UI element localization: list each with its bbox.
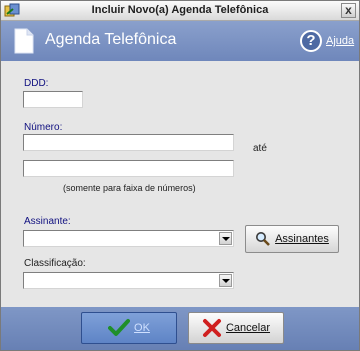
window-title: Incluir Novo(a) Agenda Telefônica xyxy=(91,4,269,16)
help-label[interactable]: Ajuda xyxy=(326,35,354,47)
ddd-label: DDD: xyxy=(24,78,49,89)
help-link[interactable]: ? Ajuda xyxy=(300,29,354,53)
ok-button[interactable]: OK xyxy=(81,312,177,344)
assinante-label: Assinante: xyxy=(24,216,71,227)
numero-from-input[interactable] xyxy=(23,134,234,151)
chevron-down-icon[interactable] xyxy=(219,232,232,245)
page-title: Agenda Telefônica xyxy=(45,31,177,48)
ddd-input[interactable] xyxy=(23,91,83,108)
checkmark-icon xyxy=(108,319,131,336)
dialog-window: Incluir Novo(a) Agenda Telefônica x Agen… xyxy=(0,0,360,351)
classificacao-select[interactable] xyxy=(23,272,234,289)
title-bar[interactable]: Incluir Novo(a) Agenda Telefônica x xyxy=(1,1,359,21)
cancel-x-icon xyxy=(202,319,221,337)
classificacao-label: Classificação: xyxy=(24,258,86,269)
ok-button-label: OK xyxy=(134,322,150,334)
help-icon[interactable]: ? xyxy=(300,30,322,52)
cancel-button[interactable]: Cancelar xyxy=(188,312,284,344)
numero-label: Número: xyxy=(24,122,63,133)
search-icon xyxy=(256,232,271,246)
range-ate-label: até xyxy=(253,143,267,154)
form-area: DDD: Número: até (somente para faixa de … xyxy=(1,61,359,307)
numero-to-input[interactable] xyxy=(23,160,234,177)
assinantes-button[interactable]: Assinantes xyxy=(245,225,339,253)
range-note: (somente para faixa de números) xyxy=(63,183,196,193)
cancel-button-label: Cancelar xyxy=(225,322,271,334)
document-icon xyxy=(14,28,34,54)
header-banner: Agenda Telefônica ? Ajuda xyxy=(1,21,359,61)
button-bar: OK Cancelar xyxy=(1,307,359,350)
assinantes-button-label: Assinantes xyxy=(275,233,329,245)
close-button[interactable]: x xyxy=(341,3,356,18)
chevron-down-icon[interactable] xyxy=(219,274,232,287)
assinante-select[interactable] xyxy=(23,230,234,247)
